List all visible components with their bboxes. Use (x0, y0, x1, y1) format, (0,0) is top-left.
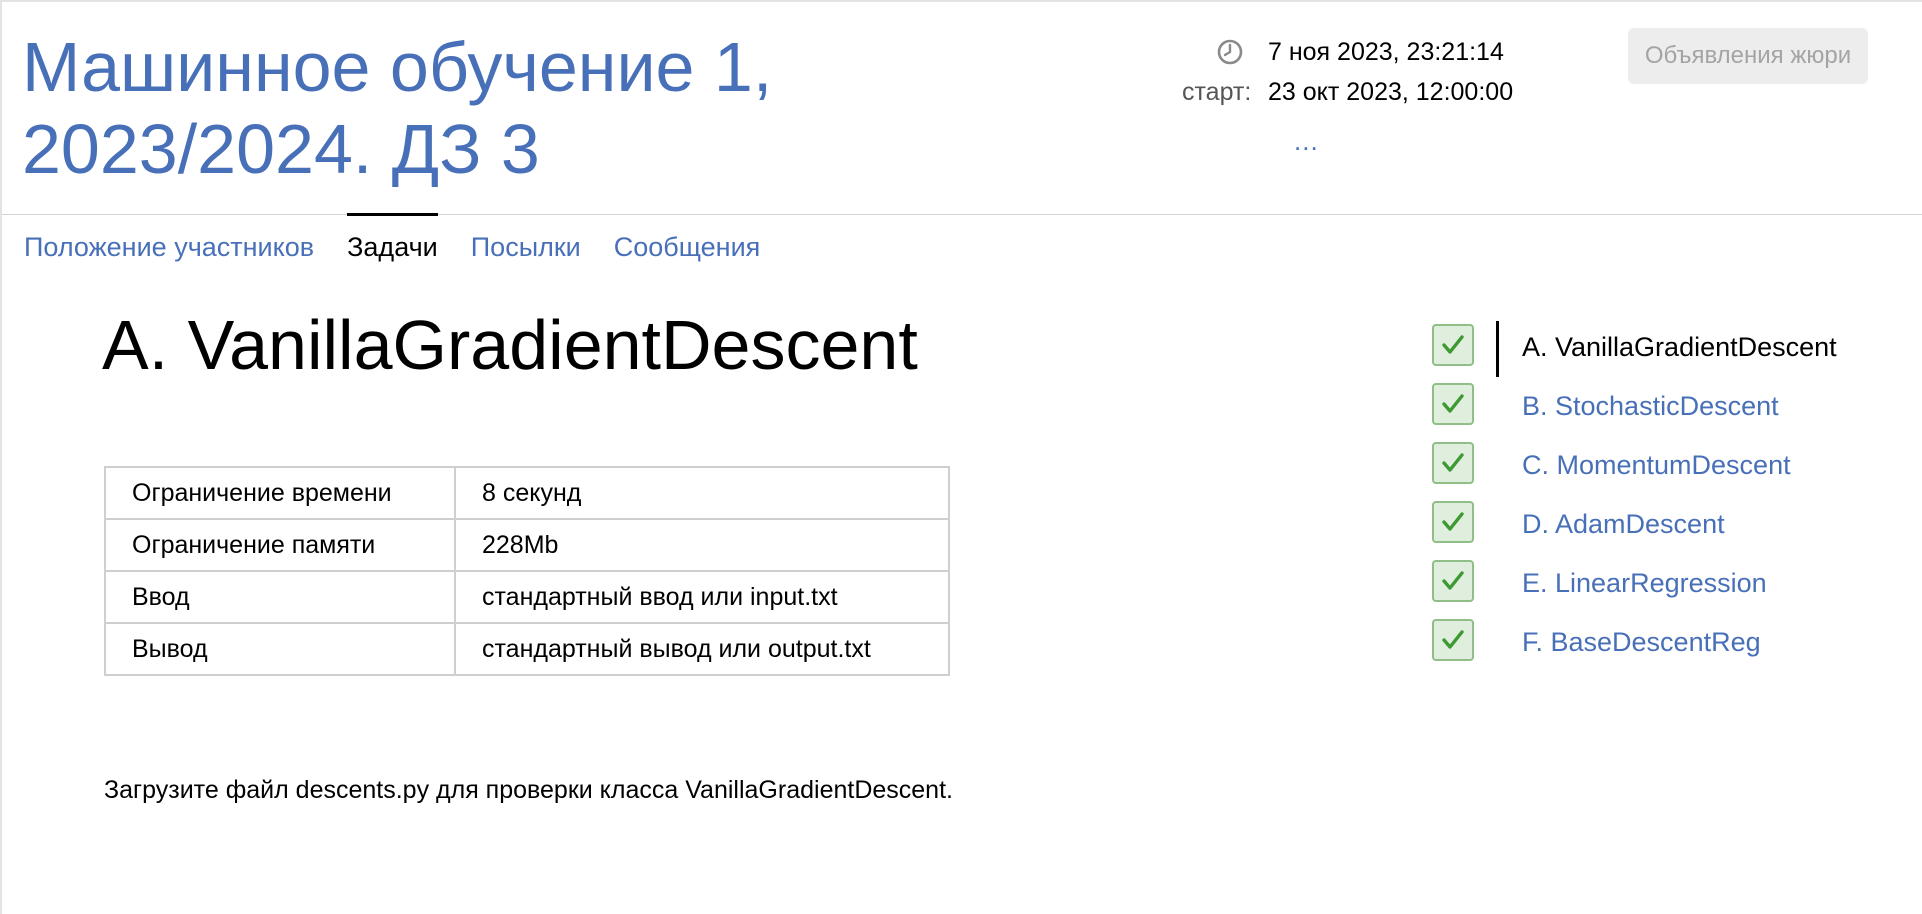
table-row: Ограничение памяти 228Mb (104, 518, 950, 572)
problem-limits-table: Ограничение времени 8 секунд Ограничение… (104, 466, 950, 676)
time-limit-value: 8 секунд (454, 466, 950, 520)
checkmark-icon (1432, 501, 1474, 543)
start-time: 23 окт 2023, 12:00:00 (1268, 77, 1514, 106)
checkmark-icon (1432, 442, 1474, 484)
checkmark-icon (1432, 383, 1474, 425)
output-label: Вывод (104, 622, 456, 676)
start-label: старт: (1182, 77, 1252, 106)
input-value: стандартный ввод или input.txt (454, 570, 950, 624)
tab-problems[interactable]: Задачи (347, 213, 438, 273)
problem-item-label: D. AdamDescent (1522, 509, 1725, 539)
problem-item-f[interactable]: F. BaseDescentReg (1432, 619, 1912, 678)
jury-announcements-button[interactable]: Объявления жюри (1628, 28, 1868, 84)
checkmark-icon (1432, 560, 1474, 602)
problem-statement: Загрузите файл descents.py для проверки … (104, 776, 953, 804)
problem-item-d[interactable]: D. AdamDescent (1432, 501, 1912, 560)
current-time-row: 7 ноя 2023, 23:21:14 (1182, 32, 1602, 72)
table-row: Вывод стандартный вывод или output.txt (104, 622, 950, 676)
contest-timer: 7 ноя 2023, 23:21:14 старт: 23 окт 2023,… (1182, 32, 1602, 112)
memory-limit-value: 228Mb (454, 518, 950, 572)
problem-item-a[interactable]: A. VanillaGradientDescent (1432, 321, 1912, 383)
problem-item-label: A. VanillaGradientDescent (1522, 332, 1837, 362)
table-row: Ввод стандартный ввод или input.txt (104, 570, 950, 624)
problem-title: A. VanillaGradientDescent (102, 306, 918, 384)
checkmark-icon (1432, 619, 1474, 661)
contest-tabs: Положение участников Задачи Посылки Сооб… (24, 213, 793, 274)
problem-item-label: C. MomentumDescent (1522, 450, 1791, 480)
input-label: Ввод (104, 570, 456, 624)
table-row: Ограничение времени 8 секунд (104, 466, 950, 520)
current-time: 7 ноя 2023, 23:21:14 (1268, 37, 1504, 66)
memory-limit-label: Ограничение памяти (104, 518, 456, 572)
more-times-link[interactable]: ... (1294, 126, 1319, 157)
problem-item-label: F. BaseDescentReg (1522, 627, 1761, 657)
active-indicator (1496, 321, 1499, 377)
clock-icon (1182, 38, 1268, 66)
problem-item-label: E. LinearRegression (1522, 568, 1767, 598)
problem-item-c[interactable]: C. MomentumDescent (1432, 442, 1912, 501)
tab-standings[interactable]: Положение участников (24, 214, 314, 274)
contest-title: Машинное обучение 1, 2023/2024. ДЗ 3 (22, 28, 773, 188)
time-limit-label: Ограничение времени (104, 466, 456, 520)
problem-item-e[interactable]: E. LinearRegression (1432, 560, 1912, 619)
problem-item-label: B. StochasticDescent (1522, 391, 1779, 421)
contest-page: Машинное обучение 1, 2023/2024. ДЗ 3 7 н… (0, 0, 1922, 914)
tab-messages[interactable]: Сообщения (614, 214, 761, 274)
output-value: стандартный вывод или output.txt (454, 622, 950, 676)
problem-list: A. VanillaGradientDescent B. StochasticD… (1432, 321, 1912, 678)
checkmark-icon (1432, 324, 1474, 366)
start-time-row: старт: 23 окт 2023, 12:00:00 (1182, 72, 1602, 112)
problem-item-b[interactable]: B. StochasticDescent (1432, 383, 1912, 442)
tab-submissions[interactable]: Посылки (471, 214, 581, 274)
